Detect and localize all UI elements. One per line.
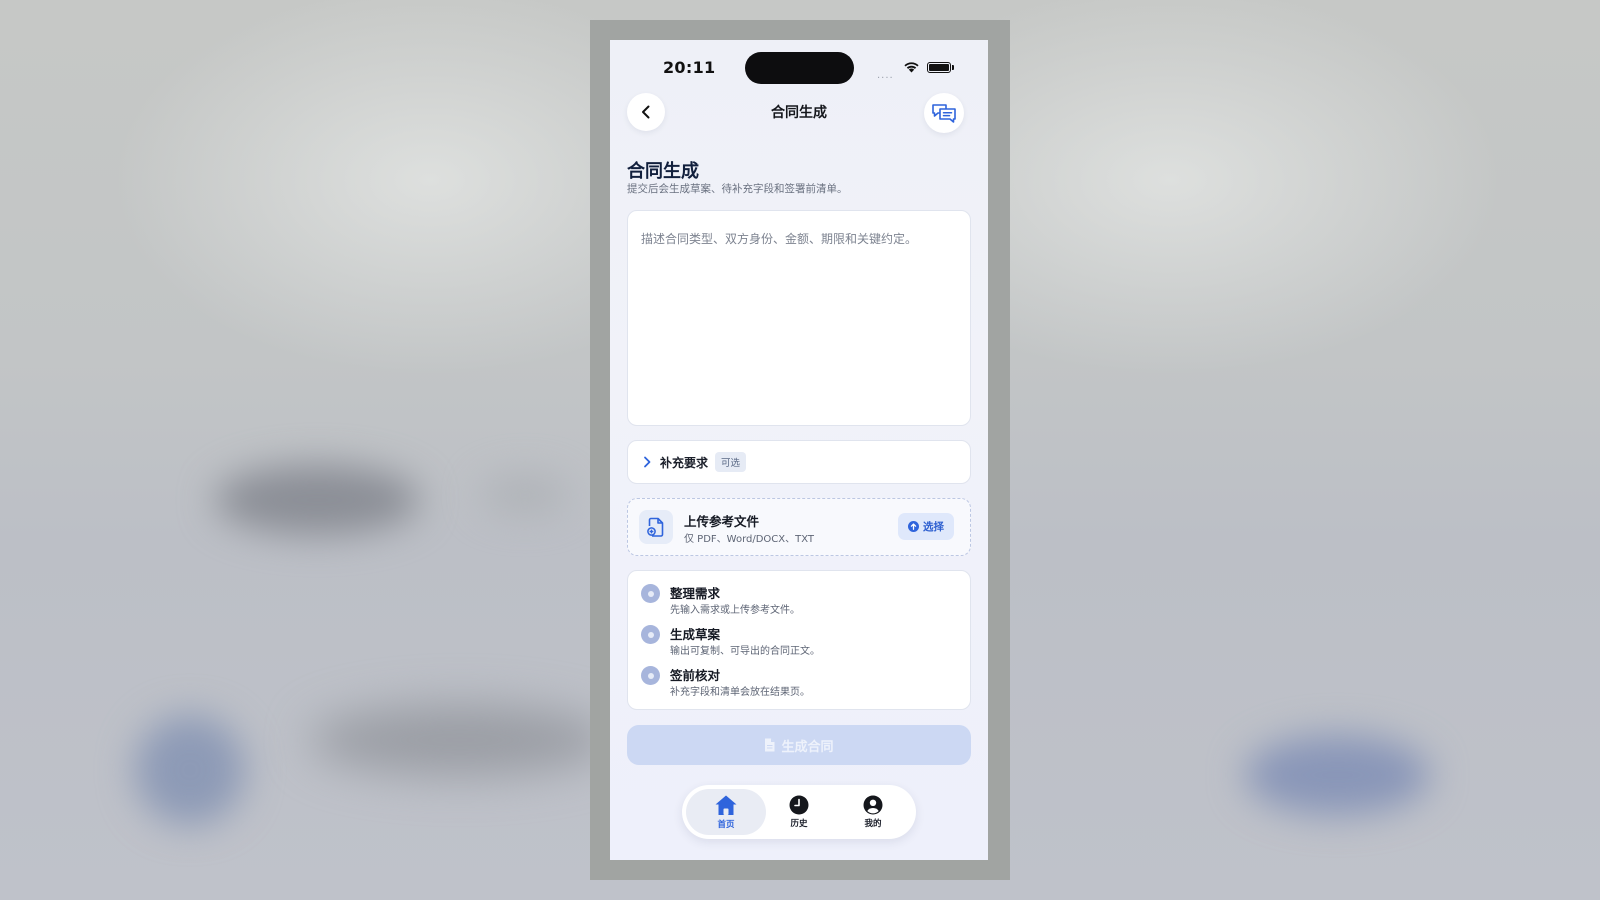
tab-history[interactable]: 历史: [759, 789, 839, 835]
tab-profile[interactable]: 我的: [833, 789, 913, 835]
step-indicator: [641, 584, 660, 603]
generate-contract-label: 生成合同: [781, 739, 834, 755]
step-indicator: [641, 625, 660, 644]
tab-profile-label: 我的: [864, 819, 882, 829]
select-file-button[interactable]: 选择: [898, 513, 954, 540]
battery-icon: [927, 62, 954, 73]
tab-home[interactable]: 首页: [686, 789, 766, 835]
upload-title: 上传参考文件: [684, 514, 760, 529]
step-indicator: [641, 666, 660, 685]
app-screen: 20:11 .... 合同生成 合同生成 提交后会生成草案、待补充字段和签署前清…: [610, 40, 988, 860]
optional-badge: 可选: [715, 452, 747, 472]
step-description: 先输入需求或上传参考文件。: [670, 605, 800, 616]
phone-frame: 20:11 .... 合同生成 合同生成 提交后会生成草案、待补充字段和签署前清…: [590, 20, 1010, 880]
blurred-shape: [215, 465, 420, 535]
upload-file-types: 仅 PDF、Word/DOCX、TXT: [684, 534, 815, 545]
page-title: 合同生成: [627, 161, 699, 182]
steps-card: 整理需求 先输入需求或上传参考文件。 生成草案 输出可复制、可导出的合同正文。 …: [627, 570, 971, 710]
step-title: 整理需求: [670, 586, 721, 601]
step-description: 输出可复制、可导出的合同正文。: [670, 646, 820, 657]
blurred-shape: [480, 475, 570, 515]
step-title: 生成草案: [670, 627, 721, 642]
user-icon: [863, 795, 883, 815]
page-subtitle: 提交后会生成草案、待补充字段和签署前清单。: [627, 183, 848, 195]
chat-button[interactable]: [924, 93, 964, 133]
supplement-toggle[interactable]: 补充要求 可选: [627, 440, 971, 484]
status-time: 20:11: [663, 58, 716, 77]
file-add-icon: [639, 510, 673, 544]
tab-home-label: 首页: [717, 820, 735, 830]
tab-bar: 首页 历史 我的: [682, 785, 916, 839]
select-file-label: 选择: [923, 521, 944, 533]
wifi-icon: [904, 62, 919, 73]
chevron-right-icon: [644, 456, 651, 468]
document-icon: [765, 738, 775, 752]
upload-arrow-icon: [908, 521, 919, 532]
requirements-input[interactable]: [628, 211, 970, 425]
upload-card[interactable]: 上传参考文件 仅 PDF、Word/DOCX、TXT 选择: [627, 498, 971, 556]
clock-icon: [789, 795, 809, 815]
status-bar: 20:11 ....: [610, 40, 988, 94]
chat-bubbles-icon: [932, 104, 956, 123]
blurred-shape: [135, 715, 245, 825]
tab-history-label: 历史: [790, 819, 808, 829]
supplement-label: 补充要求: [660, 455, 709, 470]
blurred-shape: [1245, 735, 1430, 815]
dynamic-island: [745, 52, 854, 84]
cellular-signal-icon: ....: [877, 70, 894, 81]
step-title: 签前核对: [670, 668, 721, 683]
step-description: 补充字段和清单会放在结果页。: [670, 687, 810, 698]
home-icon: [715, 795, 737, 815]
blurred-shape: [310, 705, 610, 775]
requirements-card: [627, 210, 971, 426]
generate-contract-button[interactable]: 生成合同: [627, 725, 971, 765]
